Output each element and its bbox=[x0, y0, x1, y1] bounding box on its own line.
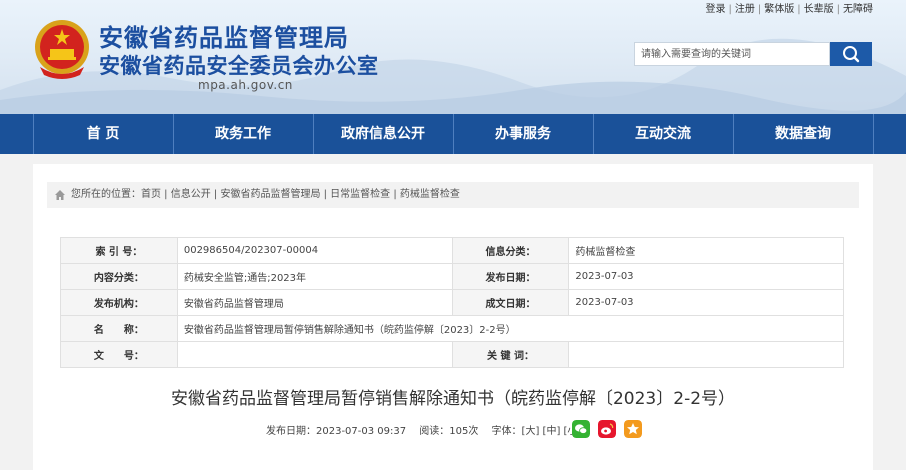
accessibility-link[interactable]: 无障碍 bbox=[843, 4, 873, 15]
publisher-label: 发布机构： bbox=[60, 289, 178, 316]
national-emblem-icon bbox=[35, 20, 89, 79]
nav-services[interactable]: 办事服务 bbox=[453, 114, 593, 154]
site-domain: mpa.ah.gov.cn bbox=[198, 78, 293, 92]
table-row: 索 引 号： 002986504/202307-00004 信息分类： 药械监督… bbox=[60, 237, 844, 264]
article-title: 安徽省药品监督管理局暂停销售解除通知书（皖药监停解〔2023〕2-2号） bbox=[170, 389, 736, 409]
content-card: 您所在的位置：首页 | 信息公开 | 安徽省药品监督管理局 | 日常监督检查 |… bbox=[33, 164, 873, 470]
name-label: 名 称： bbox=[60, 315, 178, 342]
favorite-icon[interactable] bbox=[624, 420, 642, 438]
name-value: 安徽省药品监督管理局暂停销售解除通知书（皖药监停解〔2023〕2-2号） bbox=[176, 315, 845, 342]
nav-home[interactable]: 首 页 bbox=[33, 114, 173, 154]
home-icon bbox=[55, 190, 65, 200]
breadcrumb: 您所在的位置：首页 | 信息公开 | 安徽省药品监督管理局 | 日常监督检查 |… bbox=[47, 182, 859, 208]
content-type-label: 内容分类： bbox=[60, 263, 178, 290]
table-row: 文 号： 关 键 词： bbox=[60, 341, 844, 368]
search-input[interactable] bbox=[634, 42, 830, 66]
content-type-value: 药械安全监管;通告;2023年 bbox=[176, 263, 453, 290]
publisher-value: 安徽省药品监督管理局 bbox=[176, 289, 453, 316]
main-nav: 首 页 政务工作 政府信息公开 办事服务 互动交流 数据查询 bbox=[0, 114, 906, 154]
publish-date-value: 2023-07-03 bbox=[568, 263, 844, 290]
weibo-icon[interactable] bbox=[598, 420, 616, 438]
category-label: 信息分类： bbox=[451, 237, 570, 264]
table-row: 发布机构： 安徽省药品监督管理局 成文日期： 2023-07-03 bbox=[60, 289, 844, 316]
keywords-value bbox=[568, 341, 844, 368]
doc-number-label: 文 号： bbox=[60, 341, 178, 368]
site-subtitle: 安徽省药品安全委员会办公室 bbox=[99, 54, 379, 78]
breadcrumb-text[interactable]: 您所在的位置：首页 | 信息公开 | 安徽省药品监督管理局 | 日常监督检查 |… bbox=[71, 189, 460, 200]
login-link[interactable]: 登录 bbox=[706, 4, 726, 15]
top-links: 登录 | 注册 | 繁体版 | 长辈版 | 无障碍 bbox=[705, 4, 874, 15]
table-row: 名 称： 安徽省药品监督管理局暂停销售解除通知书（皖药监停解〔2023〕2-2号… bbox=[60, 315, 845, 342]
nav-divider bbox=[873, 114, 874, 154]
search-box bbox=[634, 42, 872, 66]
register-link[interactable]: 注册 bbox=[735, 4, 755, 15]
article-info: 发布日期：2023-07-03 09:37 阅读：105次 字体：[大] [中]… bbox=[266, 426, 582, 437]
search-icon bbox=[843, 46, 860, 63]
keywords-label: 关 键 词： bbox=[451, 341, 570, 368]
search-button[interactable] bbox=[830, 42, 872, 66]
written-date-value: 2023-07-03 bbox=[568, 289, 844, 316]
index-label: 索 引 号： bbox=[60, 237, 178, 264]
nav-data-query[interactable]: 数据查询 bbox=[733, 114, 873, 154]
publish-date-label: 发布日期： bbox=[451, 263, 570, 290]
nav-interaction[interactable]: 互动交流 bbox=[593, 114, 733, 154]
site-header: 安徽省药品监督管理局 安徽省药品安全委员会办公室 mpa.ah.gov.cn 登… bbox=[0, 0, 906, 114]
nav-info-disclosure[interactable]: 政府信息公开 bbox=[313, 114, 453, 154]
category-value: 药械监督检查 bbox=[568, 237, 844, 264]
elder-version-link[interactable]: 长辈版 bbox=[804, 4, 834, 15]
traditional-link[interactable]: 繁体版 bbox=[764, 4, 794, 15]
index-value: 002986504/202307-00004 bbox=[176, 237, 453, 264]
metadata-table: 索 引 号： 002986504/202307-00004 信息分类： 药械监督… bbox=[60, 237, 845, 368]
site-title: 安徽省药品监督管理局 bbox=[99, 24, 349, 52]
written-date-label: 成文日期： bbox=[451, 289, 570, 316]
doc-number-value bbox=[176, 341, 453, 368]
wechat-icon[interactable] bbox=[572, 420, 590, 438]
table-row: 内容分类： 药械安全监管;通告;2023年 发布日期： 2023-07-03 bbox=[60, 263, 844, 290]
nav-government-work[interactable]: 政务工作 bbox=[173, 114, 313, 154]
